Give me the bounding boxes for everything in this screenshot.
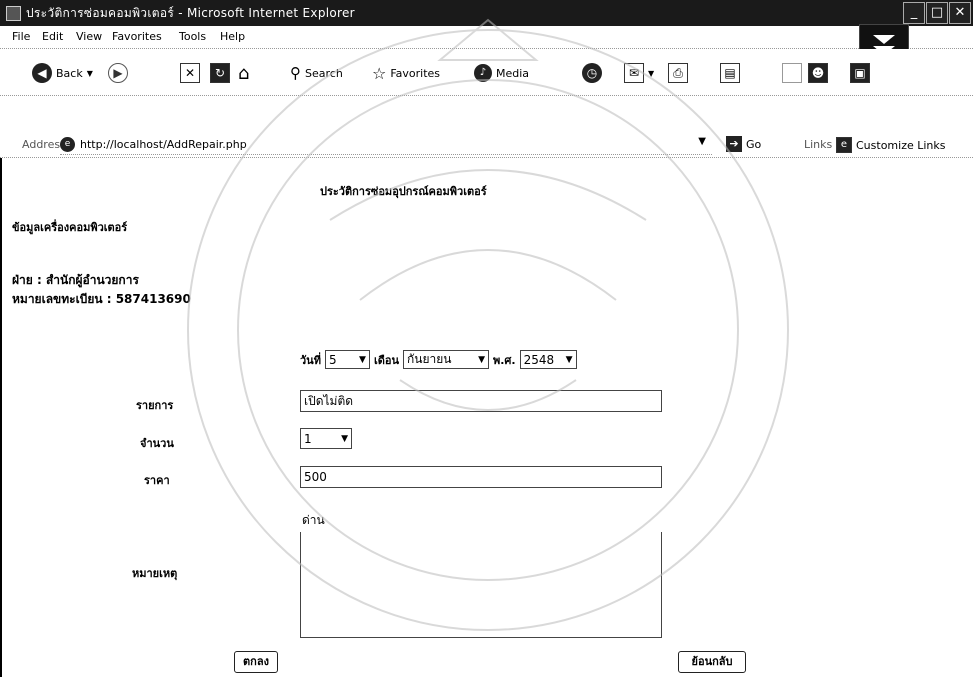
forward-button[interactable]: ▶ — [108, 61, 128, 85]
toolbar: ◀ Back ▼ ▶ ✕ ↻ ⌂ ⚲ Search ☆ Favorites ♪ … — [0, 49, 973, 96]
chevron-down-icon: ▼ — [341, 433, 348, 444]
address-url: http://localhost/AddRepair.php — [80, 138, 247, 151]
history-button[interactable]: ◷ — [582, 61, 602, 85]
star-icon: ☆ — [372, 63, 387, 83]
print-icon: ⎙ — [668, 63, 688, 83]
day-value: 5 — [328, 352, 337, 367]
search-label: Search — [305, 66, 343, 80]
forward-arrow-icon: ▶ — [108, 63, 128, 83]
department-text: ฝ่าย : สำนักผู้อำนวยการ — [12, 273, 139, 287]
serial-number-text: หมายเลขทะเบียน : 587413690 — [12, 292, 191, 306]
item-label: รายการ — [136, 399, 174, 412]
customize-links-label: Customize Links — [856, 138, 946, 152]
page-title: ประวัติการซ่อมอุปกรณ์คอมพิวเตอร์ — [320, 185, 487, 198]
mail-button[interactable]: ✉ ▼ — [624, 61, 654, 85]
day-select[interactable]: 5 ▼ — [324, 350, 370, 369]
page-content: ประวัติการซ่อมอุปกรณ์คอมพิวเตอร์ ข้อมูลเ… — [0, 158, 973, 677]
quantity-select[interactable]: 1 ▼ — [300, 428, 352, 449]
item-input[interactable]: เปิดไม่ติด — [300, 390, 662, 412]
note-textarea[interactable] — [300, 532, 662, 638]
favorites-label: Favorites — [390, 66, 441, 80]
edit-button[interactable]: ▤ — [720, 61, 740, 85]
messenger-icon: ☻ — [808, 63, 828, 83]
close-button[interactable]: ✕ — [949, 2, 971, 24]
note-label: หมายเหตุ — [132, 567, 178, 580]
go-arrow-icon: ➔ — [726, 136, 742, 152]
link-page-icon: e — [836, 137, 852, 153]
stop-button[interactable]: ✕ — [180, 61, 200, 85]
quantity-label: จำนวน — [140, 437, 174, 450]
search-icon: ⚲ — [290, 64, 301, 82]
mail-icon: ✉ — [624, 63, 644, 83]
day-label: วันที่ — [300, 353, 321, 367]
go-button[interactable]: ➔ Go — [726, 136, 761, 152]
menu-tools[interactable]: Tools — [179, 30, 206, 43]
refresh-icon: ↻ — [210, 63, 230, 83]
back-link-button[interactable]: ย้อนกลับ — [678, 651, 746, 673]
edit-page-icon: ▤ — [720, 63, 740, 83]
menu-help[interactable]: Help — [220, 30, 245, 43]
customize-links-button[interactable]: e Customize Links — [836, 137, 946, 153]
back-label: Back — [56, 66, 83, 80]
section-title: ข้อมูลเครื่องคอมพิวเตอร์ — [12, 221, 128, 234]
location-text: ด่าน — [302, 513, 325, 527]
links-label[interactable]: Links — [804, 138, 832, 151]
media-button[interactable]: ♪ Media — [474, 61, 529, 85]
home-button[interactable]: ⌂ — [238, 61, 249, 85]
discuss-icon — [782, 63, 802, 83]
price-label: ราคา — [144, 474, 170, 487]
month-select[interactable]: กันยายน ▼ — [402, 350, 489, 369]
discuss-button[interactable] — [782, 61, 802, 85]
search-button[interactable]: ⚲ Search — [290, 61, 343, 85]
favorites-button[interactable]: ☆ Favorites — [372, 61, 440, 85]
maximize-button[interactable]: □ — [926, 2, 948, 24]
menu-file[interactable]: File — [12, 30, 30, 43]
media-label: Media — [496, 66, 530, 80]
home-icon: ⌂ — [238, 62, 250, 84]
media-icon: ♪ — [474, 64, 492, 82]
address-bar: Address e http://localhost/AddRepair.php… — [0, 133, 973, 158]
chevron-down-icon: ▼ — [565, 354, 573, 365]
price-input[interactable]: 500 — [300, 466, 662, 488]
messenger-button[interactable]: ☻ — [808, 61, 828, 85]
go-label: Go — [746, 137, 762, 151]
address-input[interactable]: e http://localhost/AddRepair.php ▼ — [60, 135, 712, 155]
research-button[interactable]: ▣ — [850, 61, 870, 85]
history-icon: ◷ — [582, 63, 602, 83]
chevron-down-icon: ▼ — [648, 68, 655, 78]
page-icon: e — [60, 137, 75, 152]
back-button[interactable]: ◀ Back ▼ — [32, 61, 93, 85]
year-label: พ.ศ. — [492, 353, 516, 367]
year-value: 2548 — [523, 352, 555, 367]
menu-view[interactable]: View — [76, 30, 102, 43]
title-bar: ประวัติการซ่อมคอมพิวเตอร์ - Microsoft In… — [0, 0, 973, 26]
month-label: เดือน — [373, 353, 399, 367]
ie-window-icon — [6, 6, 21, 21]
date-row: วันที่ 5 ▼ เดือน กันยายน ▼ พ.ศ. 2548 ▼ — [300, 350, 577, 369]
chevron-down-icon: ▼ — [478, 354, 485, 365]
refresh-button[interactable]: ↻ — [210, 61, 230, 85]
menu-favorites[interactable]: Favorites — [112, 30, 162, 43]
chevron-down-icon: ▼ — [86, 68, 93, 78]
window-title: ประวัติการซ่อมคอมพิวเตอร์ - Microsoft In… — [26, 6, 355, 20]
submit-button[interactable]: ตกลง — [234, 651, 278, 673]
year-select[interactable]: 2548 ▼ — [519, 350, 577, 369]
print-button[interactable]: ⎙ — [668, 61, 688, 85]
stop-icon: ✕ — [180, 63, 200, 83]
minimize-button[interactable]: _ — [903, 2, 925, 24]
research-icon: ▣ — [850, 63, 870, 83]
chevron-down-icon[interactable]: ▼ — [698, 136, 706, 147]
quantity-value: 1 — [304, 431, 312, 446]
menu-bar: File Edit View Favorites Tools Help — [0, 26, 973, 49]
chevron-down-icon: ▼ — [359, 354, 366, 365]
menu-edit[interactable]: Edit — [42, 30, 63, 43]
back-arrow-icon: ◀ — [32, 63, 52, 83]
month-value: กันยายน — [406, 352, 452, 366]
